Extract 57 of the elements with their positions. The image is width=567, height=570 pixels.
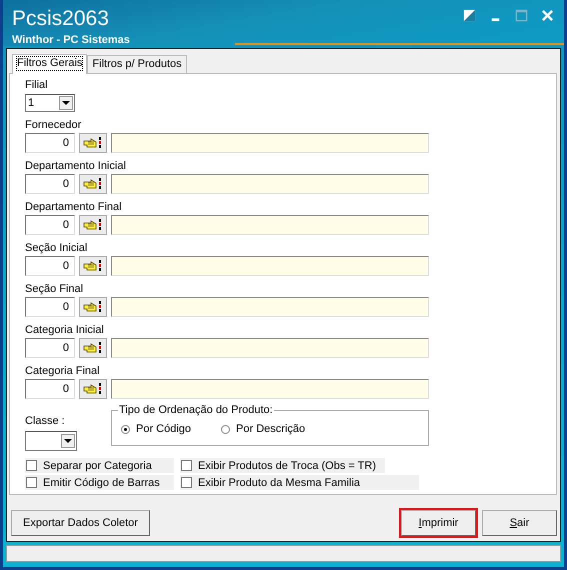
description-field[interactable] bbox=[111, 338, 429, 358]
pointing-hand-icon bbox=[83, 382, 103, 396]
search-button[interactable] bbox=[79, 379, 107, 399]
field-label: Filial bbox=[25, 79, 49, 92]
input-field[interactable]: 0 bbox=[25, 215, 75, 235]
caret-icon[interactable] bbox=[64, 438, 72, 444]
checkbox[interactable]: Emitir Código de Barras bbox=[25, 475, 174, 490]
search-button[interactable] bbox=[79, 215, 107, 235]
description-field[interactable] bbox=[111, 215, 429, 235]
pointing-hand-icon bbox=[83, 136, 103, 150]
field-label: Fornecedor bbox=[25, 119, 82, 132]
close-icon[interactable] bbox=[541, 9, 554, 22]
field-label: Departamento Final bbox=[25, 201, 123, 214]
window-subtitle: Winthor - PC Sistemas bbox=[12, 34, 130, 46]
button[interactable]: Exportar Dados Coletor bbox=[11, 510, 150, 536]
checkbox[interactable]: Exibir Produto da Mesma Familia bbox=[180, 475, 419, 490]
group-title: Tipo de Ordenação do Produto: bbox=[118, 404, 274, 416]
tab[interactable]: Filtros Gerais bbox=[12, 54, 88, 74]
search-button[interactable] bbox=[79, 256, 107, 276]
restore-icon[interactable] bbox=[463, 9, 476, 22]
description-field[interactable] bbox=[111, 379, 429, 399]
field-label: Seção Inicial bbox=[25, 242, 88, 255]
tab[interactable]: Filtros p/ Produtos bbox=[87, 55, 187, 73]
field-label: Seção Final bbox=[25, 283, 84, 296]
input-field[interactable]: 0 bbox=[25, 133, 75, 153]
search-button[interactable] bbox=[79, 297, 107, 317]
description-field[interactable] bbox=[111, 297, 429, 317]
checkbox[interactable]: Separar por Categoria bbox=[25, 458, 174, 473]
pointing-hand-icon bbox=[83, 341, 103, 355]
pointing-hand-icon bbox=[83, 218, 103, 232]
input-field[interactable]: 0 bbox=[25, 379, 75, 399]
field-label: Categoria Inicial bbox=[25, 324, 105, 337]
button[interactable]: Sair bbox=[482, 510, 557, 536]
field-label: Classe : bbox=[25, 415, 66, 428]
window-title: Pcsis2063 bbox=[12, 7, 110, 31]
search-button[interactable] bbox=[79, 174, 107, 194]
input-field[interactable]: 0 bbox=[25, 174, 75, 194]
button[interactable]: Imprimir bbox=[401, 510, 476, 536]
input-field[interactable]: 0 bbox=[25, 338, 75, 358]
input-field[interactable]: 0 bbox=[25, 256, 75, 276]
pointing-hand-icon bbox=[83, 300, 103, 314]
radio-option[interactable]: Por Código bbox=[121, 423, 192, 435]
radio-option[interactable]: Por Descrição bbox=[221, 423, 306, 435]
description-field[interactable] bbox=[111, 256, 429, 276]
field-label: Categoria Final bbox=[25, 365, 101, 378]
pointing-hand-icon bbox=[83, 177, 103, 191]
search-button[interactable] bbox=[79, 338, 107, 358]
description-field[interactable] bbox=[111, 133, 429, 153]
input-field[interactable]: 0 bbox=[25, 297, 75, 317]
dropdown[interactable] bbox=[25, 431, 77, 451]
caret-icon[interactable] bbox=[62, 100, 70, 106]
checkbox[interactable]: Exibir Produtos de Troca (Obs = TR) bbox=[180, 458, 385, 473]
dropdown[interactable]: 1 bbox=[25, 94, 75, 112]
search-button[interactable] bbox=[79, 133, 107, 153]
description-field[interactable] bbox=[111, 174, 429, 194]
pointing-hand-icon bbox=[83, 259, 103, 273]
field-label: Departamento Inicial bbox=[25, 160, 127, 173]
